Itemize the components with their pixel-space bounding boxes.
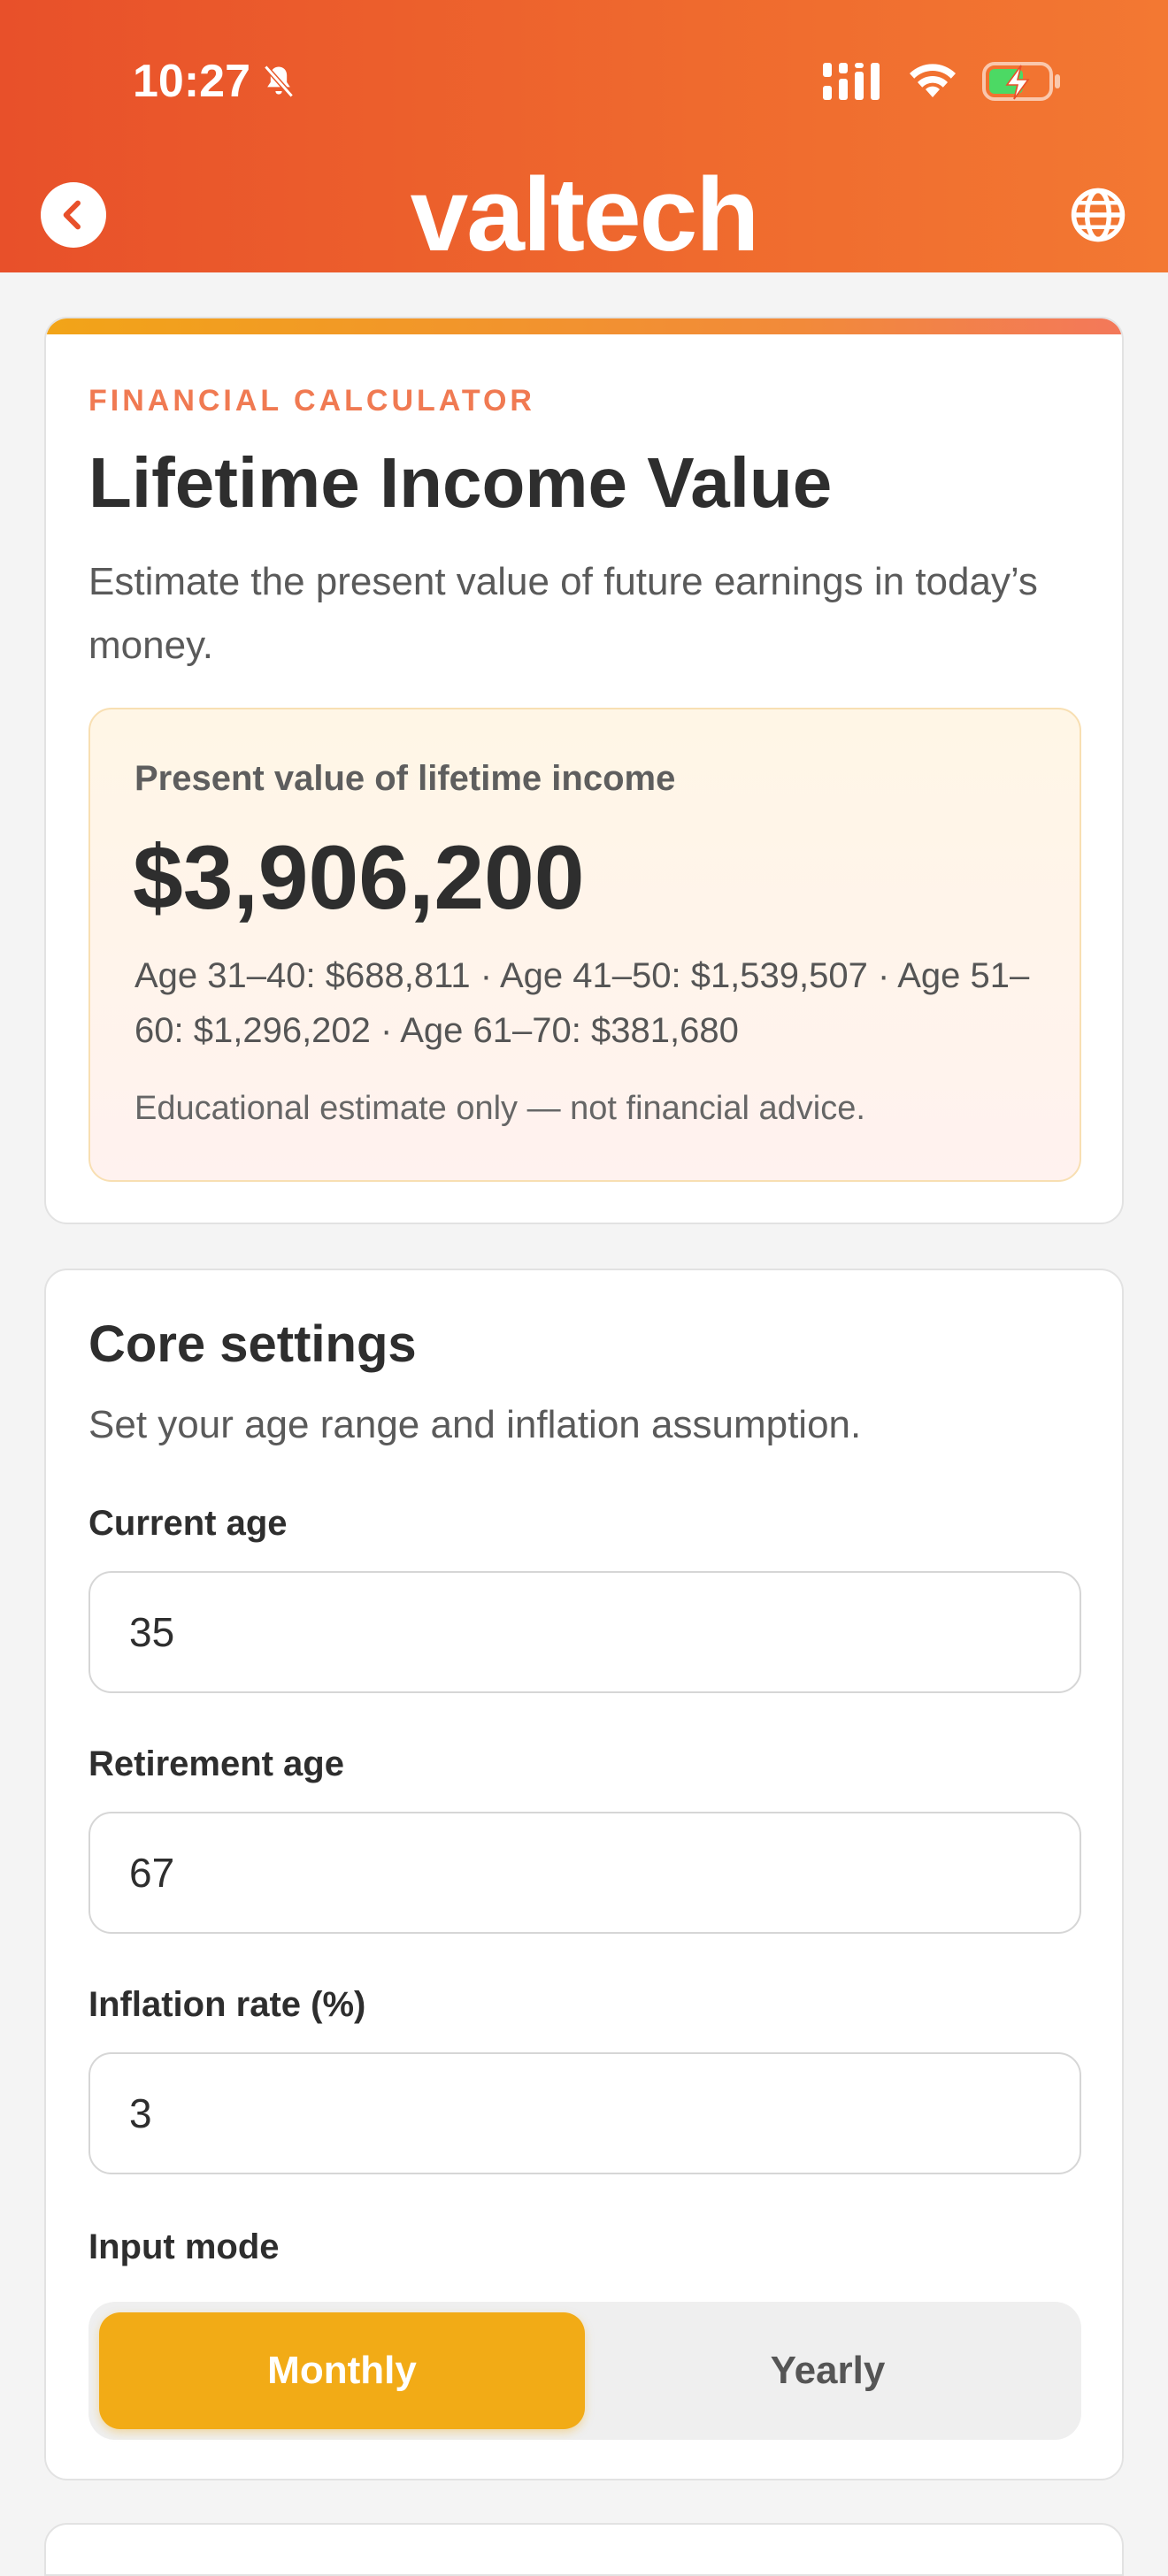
retirement-age-label: Retirement age (88, 1744, 344, 1783)
current-age-input[interactable] (88, 1571, 1081, 1693)
page-title: Lifetime Income Value (88, 443, 833, 522)
summary-card: FINANCIAL CALCULATOR Lifetime Income Val… (44, 317, 1124, 1224)
page-subtitle: Estimate the present value of future ear… (88, 560, 1038, 667)
retirement-age-input[interactable] (88, 1812, 1081, 1934)
inflation-rate-label: Inflation rate (%) (88, 1985, 366, 2024)
input-mode-toggle: Monthly Yearly (88, 2302, 1081, 2440)
status-icons (823, 62, 1064, 101)
language-button[interactable] (1069, 186, 1127, 249)
result-breakdown: Age 31–40: $688,811 · Age 41–50: $1,539,… (134, 956, 1030, 1050)
app-header: 10:27 valtech (0, 0, 1168, 272)
inflation-rate-input[interactable] (88, 2052, 1081, 2174)
brand-logo: valtech (410, 157, 760, 273)
bell-muted-icon (264, 65, 294, 98)
result-panel: Present value of lifetime income $3,906,… (88, 708, 1081, 1182)
accent-bar (46, 318, 1122, 334)
mode-yearly-button[interactable]: Yearly (585, 2312, 1071, 2429)
cellular-signal-icon (823, 63, 880, 100)
globe-icon (1071, 188, 1126, 242)
result-value: $3,906,200 (133, 827, 585, 928)
section-description: Set your age range and inflation assumpt… (88, 1403, 862, 1446)
status-time: 10:27 (133, 55, 298, 108)
eyebrow-label: FINANCIAL CALCULATOR (88, 384, 535, 418)
wifi-icon (910, 64, 956, 97)
section-heading: Core settings (88, 1315, 417, 1373)
input-mode-label: Input mode (88, 2227, 280, 2266)
status-time-text: 10:27 (133, 56, 250, 107)
core-settings-card: Core settings Set your age range and inf… (44, 1269, 1124, 2480)
result-label: Present value of lifetime income (134, 759, 676, 798)
battery-charging-icon (982, 62, 1060, 101)
mode-monthly-button[interactable]: Monthly (99, 2312, 585, 2429)
disclaimer-note: Educational estimate only — not financia… (134, 1090, 865, 1127)
current-age-label: Current age (88, 1504, 288, 1543)
next-card (44, 2523, 1124, 2576)
